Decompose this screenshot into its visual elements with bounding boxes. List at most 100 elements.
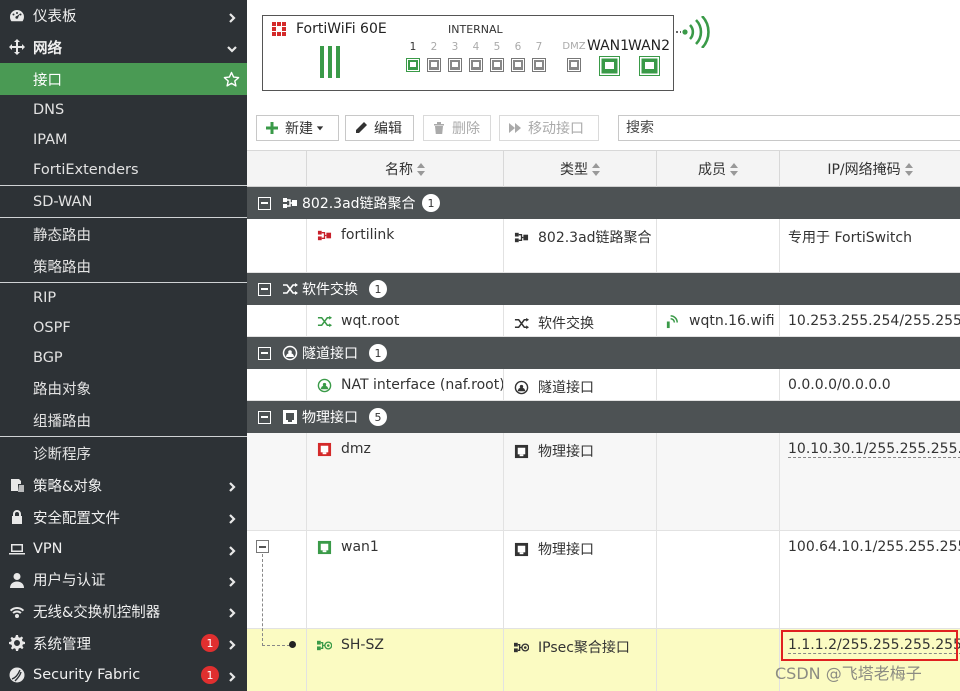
- ethernet-port-icon[interactable]: [511, 58, 525, 72]
- sidebar-item-ipam[interactable]: IPAM: [0, 125, 247, 155]
- dmz-port-icon[interactable]: [567, 58, 581, 72]
- sidebar-item-policy-objects[interactable]: 策略&对象: [0, 469, 247, 501]
- ethernet-port-up-icon[interactable]: [406, 58, 420, 72]
- wan2-label: WAN2: [628, 38, 671, 54]
- interface-type: 802.3ad链路聚合: [538, 230, 652, 246]
- watermark: CSDN @飞塔老梅子: [775, 664, 922, 683]
- group-row-software-switch[interactable]: 软件交换 1: [247, 273, 960, 305]
- table-row[interactable]: dmz 物理接口 10.10.30.1/255.255.255.0: [247, 433, 960, 531]
- sidebar-item-label: 路由对象: [33, 382, 91, 398]
- sidebar-item-routing-objects[interactable]: 路由对象: [0, 373, 247, 404]
- sidebar-item-ospf[interactable]: OSPF: [0, 313, 247, 343]
- tree-connector: [262, 554, 263, 646]
- sidebar-item-wireless-switch[interactable]: 无线&交换机控制器: [0, 595, 247, 627]
- ethernet-port-icon[interactable]: [532, 58, 546, 72]
- table-row[interactable]: NAT interface (naf.root) 隧道接口 0.0.0.0/0.…: [247, 369, 960, 401]
- group-row-tunnel[interactable]: 隧道接口 1: [247, 337, 960, 369]
- tunnel-icon: [282, 345, 298, 361]
- ip-netmask[interactable]: 10.10.30.1/255.255.255.0: [788, 441, 960, 458]
- interface-type: 物理接口: [538, 444, 594, 460]
- sidebar-item-dns[interactable]: DNS: [0, 95, 247, 125]
- search-input[interactable]: [618, 115, 960, 141]
- ip-cell: 0.0.0.0/0.0.0.0: [779, 369, 960, 400]
- ip-netmask: 0.0.0.0/0.0.0.0: [788, 377, 891, 393]
- port-icon: [282, 409, 298, 425]
- sidebar-item-security-fabric[interactable]: Security Fabric 1: [0, 659, 247, 691]
- port-number: 5: [493, 41, 501, 53]
- ethernet-port-icon[interactable]: [427, 58, 441, 72]
- sidebar-item-label: DNS: [33, 102, 65, 118]
- favorite-star-icon[interactable]: [223, 71, 240, 88]
- group-count-badge: 1: [369, 344, 387, 362]
- sidebar-item-label: 策略路由: [33, 259, 91, 276]
- group-label: 隧道接口: [302, 346, 358, 362]
- table-row[interactable]: wqt.root 软件交换 wqtn.16.wifi 10.253.255.25…: [247, 305, 960, 337]
- notification-badge: 1: [201, 666, 219, 684]
- wan2-port-icon[interactable]: [639, 56, 660, 76]
- wan1-port-icon[interactable]: [599, 56, 620, 76]
- collapse-icon[interactable]: [258, 346, 271, 360]
- sidebar-item-network[interactable]: 网络: [0, 31, 247, 63]
- ethernet-port-icon[interactable]: [490, 58, 504, 72]
- group-label: 软件交换: [302, 282, 358, 298]
- sidebar-item-sdwan[interactable]: SD-WAN: [0, 186, 247, 217]
- sidebar-item-user-auth[interactable]: 用户与认证: [0, 564, 247, 595]
- column-label: 成员: [698, 162, 726, 178]
- trash-icon: [434, 122, 444, 134]
- sidebar-item-multicast[interactable]: 组播路由: [0, 404, 247, 436]
- sidebar-item-bgp[interactable]: BGP: [0, 343, 247, 373]
- group-row-aggregate[interactable]: 802.3ad链路聚合 1: [247, 187, 960, 219]
- sidebar-item-fortiextenders[interactable]: FortiExtenders: [0, 155, 247, 185]
- caret-down-icon: [316, 126, 324, 131]
- sidebar-item-interfaces[interactable]: 接口: [0, 63, 247, 95]
- group-row-physical[interactable]: 物理接口 5: [247, 401, 960, 433]
- port-number: 3: [451, 41, 459, 53]
- tree-node-dot: [289, 641, 296, 648]
- chevron-right-icon: [227, 11, 237, 23]
- sidebar-item-dashboard[interactable]: 仪表板: [0, 0, 247, 31]
- collapse-icon[interactable]: [258, 410, 271, 424]
- edit-label: 编辑: [374, 121, 402, 137]
- wifi-ssid-icon: [666, 314, 678, 328]
- column-header-members[interactable]: 成员: [656, 151, 779, 187]
- port-number: 4: [472, 41, 480, 53]
- edit-button[interactable]: 编辑: [345, 115, 414, 141]
- interface-type: IPsec聚合接口: [538, 640, 630, 656]
- sidebar-item-diagnostics[interactable]: 诊断程序: [0, 437, 247, 469]
- group-label: 802.3ad链路聚合: [302, 196, 416, 212]
- name-cell: SH-SZ: [306, 629, 503, 691]
- sidebar: 仪表板 网络 接口 DNS IPAM FortiExtenders SD-WAN…: [0, 0, 247, 691]
- internal-label: INTERNAL: [448, 23, 503, 36]
- column-header-ip-netmask[interactable]: IP/网络掩码: [779, 151, 960, 187]
- dashboard-icon: [8, 7, 26, 25]
- table-row[interactable]: wan1 物理接口 100.64.10.1/255.255.255.0: [247, 531, 960, 629]
- move-interface-button[interactable]: 移动接口: [499, 115, 599, 141]
- delete-label: 删除: [452, 121, 480, 137]
- sidebar-item-system[interactable]: 系统管理 1: [0, 627, 247, 659]
- wireless-signal-icon: [676, 15, 710, 49]
- ethernet-port-icon[interactable]: [469, 58, 483, 72]
- collapse-icon[interactable]: [258, 282, 271, 296]
- gear-icon: [8, 634, 26, 652]
- members-cell: [656, 531, 779, 628]
- chevron-right-icon: [227, 575, 237, 587]
- members-cell: wqtn.16.wifi: [656, 305, 779, 336]
- sidebar-item-rip[interactable]: RIP: [0, 283, 247, 313]
- sort-icon: [592, 162, 600, 176]
- table-row[interactable]: fortilink 802.3ad链路聚合 专用于 FortiSwitch: [247, 219, 960, 273]
- chevron-right-icon: [227, 670, 237, 682]
- column-header-name[interactable]: 名称: [306, 151, 503, 187]
- column-header-type[interactable]: 类型: [503, 151, 656, 187]
- sort-icon: [417, 162, 425, 176]
- sidebar-item-static-routes[interactable]: 静态路由: [0, 218, 247, 250]
- ethernet-port-icon[interactable]: [448, 58, 462, 72]
- interface-type: 物理接口: [538, 542, 594, 558]
- create-new-button[interactable]: 新建: [256, 115, 339, 141]
- collapse-icon[interactable]: [258, 196, 271, 210]
- sidebar-item-vpn[interactable]: VPN: [0, 533, 247, 564]
- sidebar-item-label: 组播路由: [33, 413, 91, 430]
- tree-collapse-icon[interactable]: [256, 540, 269, 553]
- delete-button[interactable]: 删除: [423, 115, 491, 141]
- sidebar-item-security-profiles[interactable]: 安全配置文件: [0, 501, 247, 533]
- sidebar-item-policy-routes[interactable]: 策略路由: [0, 250, 247, 282]
